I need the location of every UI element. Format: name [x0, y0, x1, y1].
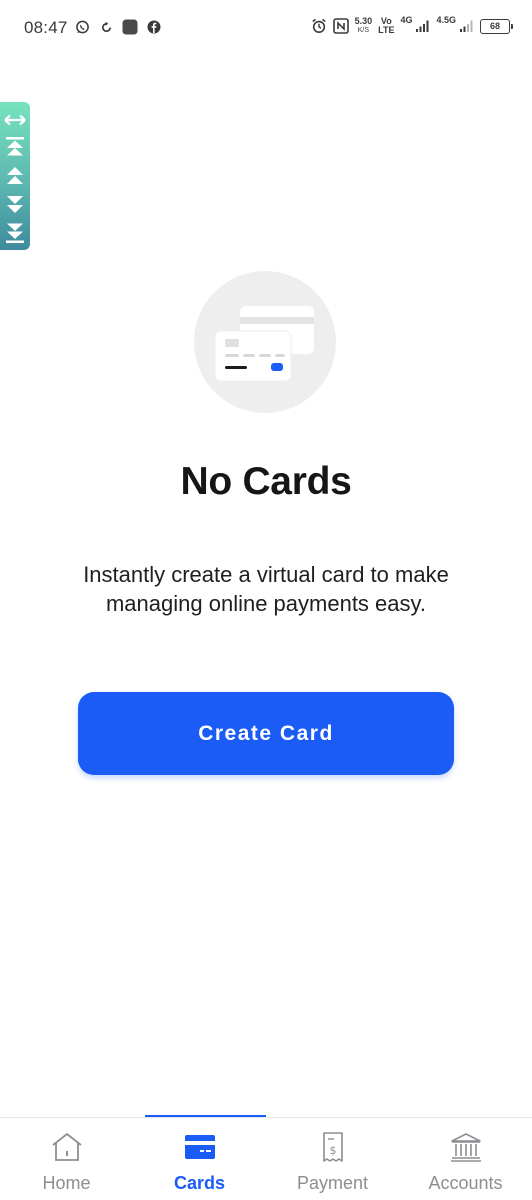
signal-2-label: 4.5G — [436, 15, 456, 25]
signal-1-icon — [414, 18, 430, 34]
status-bar: 08:47 5.30 K/S Vo LTE 4G 4.5G 68 — [0, 0, 532, 56]
facebook-icon — [146, 19, 162, 35]
nav-item-payment[interactable]: $ Payment — [266, 1118, 399, 1200]
scroll-helper-panel — [0, 102, 30, 250]
notification-icons — [74, 19, 162, 35]
network-speed: 5.30 K/S — [355, 17, 373, 35]
alarm-icon — [311, 18, 327, 34]
network-speed-value: 5.30 — [354, 16, 373, 26]
signal-1-label: 4G — [400, 15, 413, 25]
bank-icon — [449, 1132, 483, 1167]
nav-label-accounts: Accounts — [428, 1173, 503, 1193]
volte-indicator: Vo LTE — [378, 17, 394, 35]
scroll-to-bottom-icon[interactable] — [3, 220, 27, 244]
whatsapp-icon — [74, 19, 90, 35]
battery-icon: 68 — [480, 18, 513, 34]
bottom-nav: Home Cards $ Payment Accounts — [0, 1117, 532, 1200]
empty-state-description: Instantly create a virtual card to make … — [83, 562, 449, 616]
system-status-icons: 5.30 K/S Vo LTE 4G 4.5G 68 — [311, 15, 513, 35]
app-icon — [122, 19, 138, 35]
nav-item-accounts[interactable]: Accounts — [399, 1118, 532, 1200]
network-speed-unit: K/S — [357, 27, 369, 34]
page-up-icon[interactable] — [3, 164, 27, 188]
scroll-to-top-icon[interactable] — [3, 136, 27, 160]
card-icon — [183, 1132, 217, 1167]
page-down-icon[interactable] — [3, 192, 27, 216]
status-time: 08:47 — [24, 18, 68, 37]
nav-label-payment: Payment — [296, 1173, 369, 1193]
nav-item-cards[interactable]: Cards — [133, 1118, 266, 1200]
expand-horizontal-icon[interactable] — [3, 108, 27, 132]
empty-state-title: No Cards — [180, 460, 352, 503]
svg-text:$: $ — [329, 1144, 336, 1157]
home-icon — [50, 1132, 84, 1167]
receipt-icon: $ — [316, 1132, 350, 1167]
create-card-button[interactable]: Create Card — [78, 692, 454, 775]
nfc-icon — [332, 18, 349, 34]
cards-illustration — [194, 271, 336, 413]
credit-card-icon — [214, 306, 314, 382]
nav-label-home: Home — [42, 1173, 91, 1193]
sync-icon — [98, 19, 114, 35]
nav-item-home[interactable]: Home — [0, 1118, 133, 1200]
signal-2-icon — [458, 18, 474, 34]
nav-label-cards: Cards — [173, 1173, 226, 1193]
volte-bottom: LTE — [378, 25, 395, 35]
